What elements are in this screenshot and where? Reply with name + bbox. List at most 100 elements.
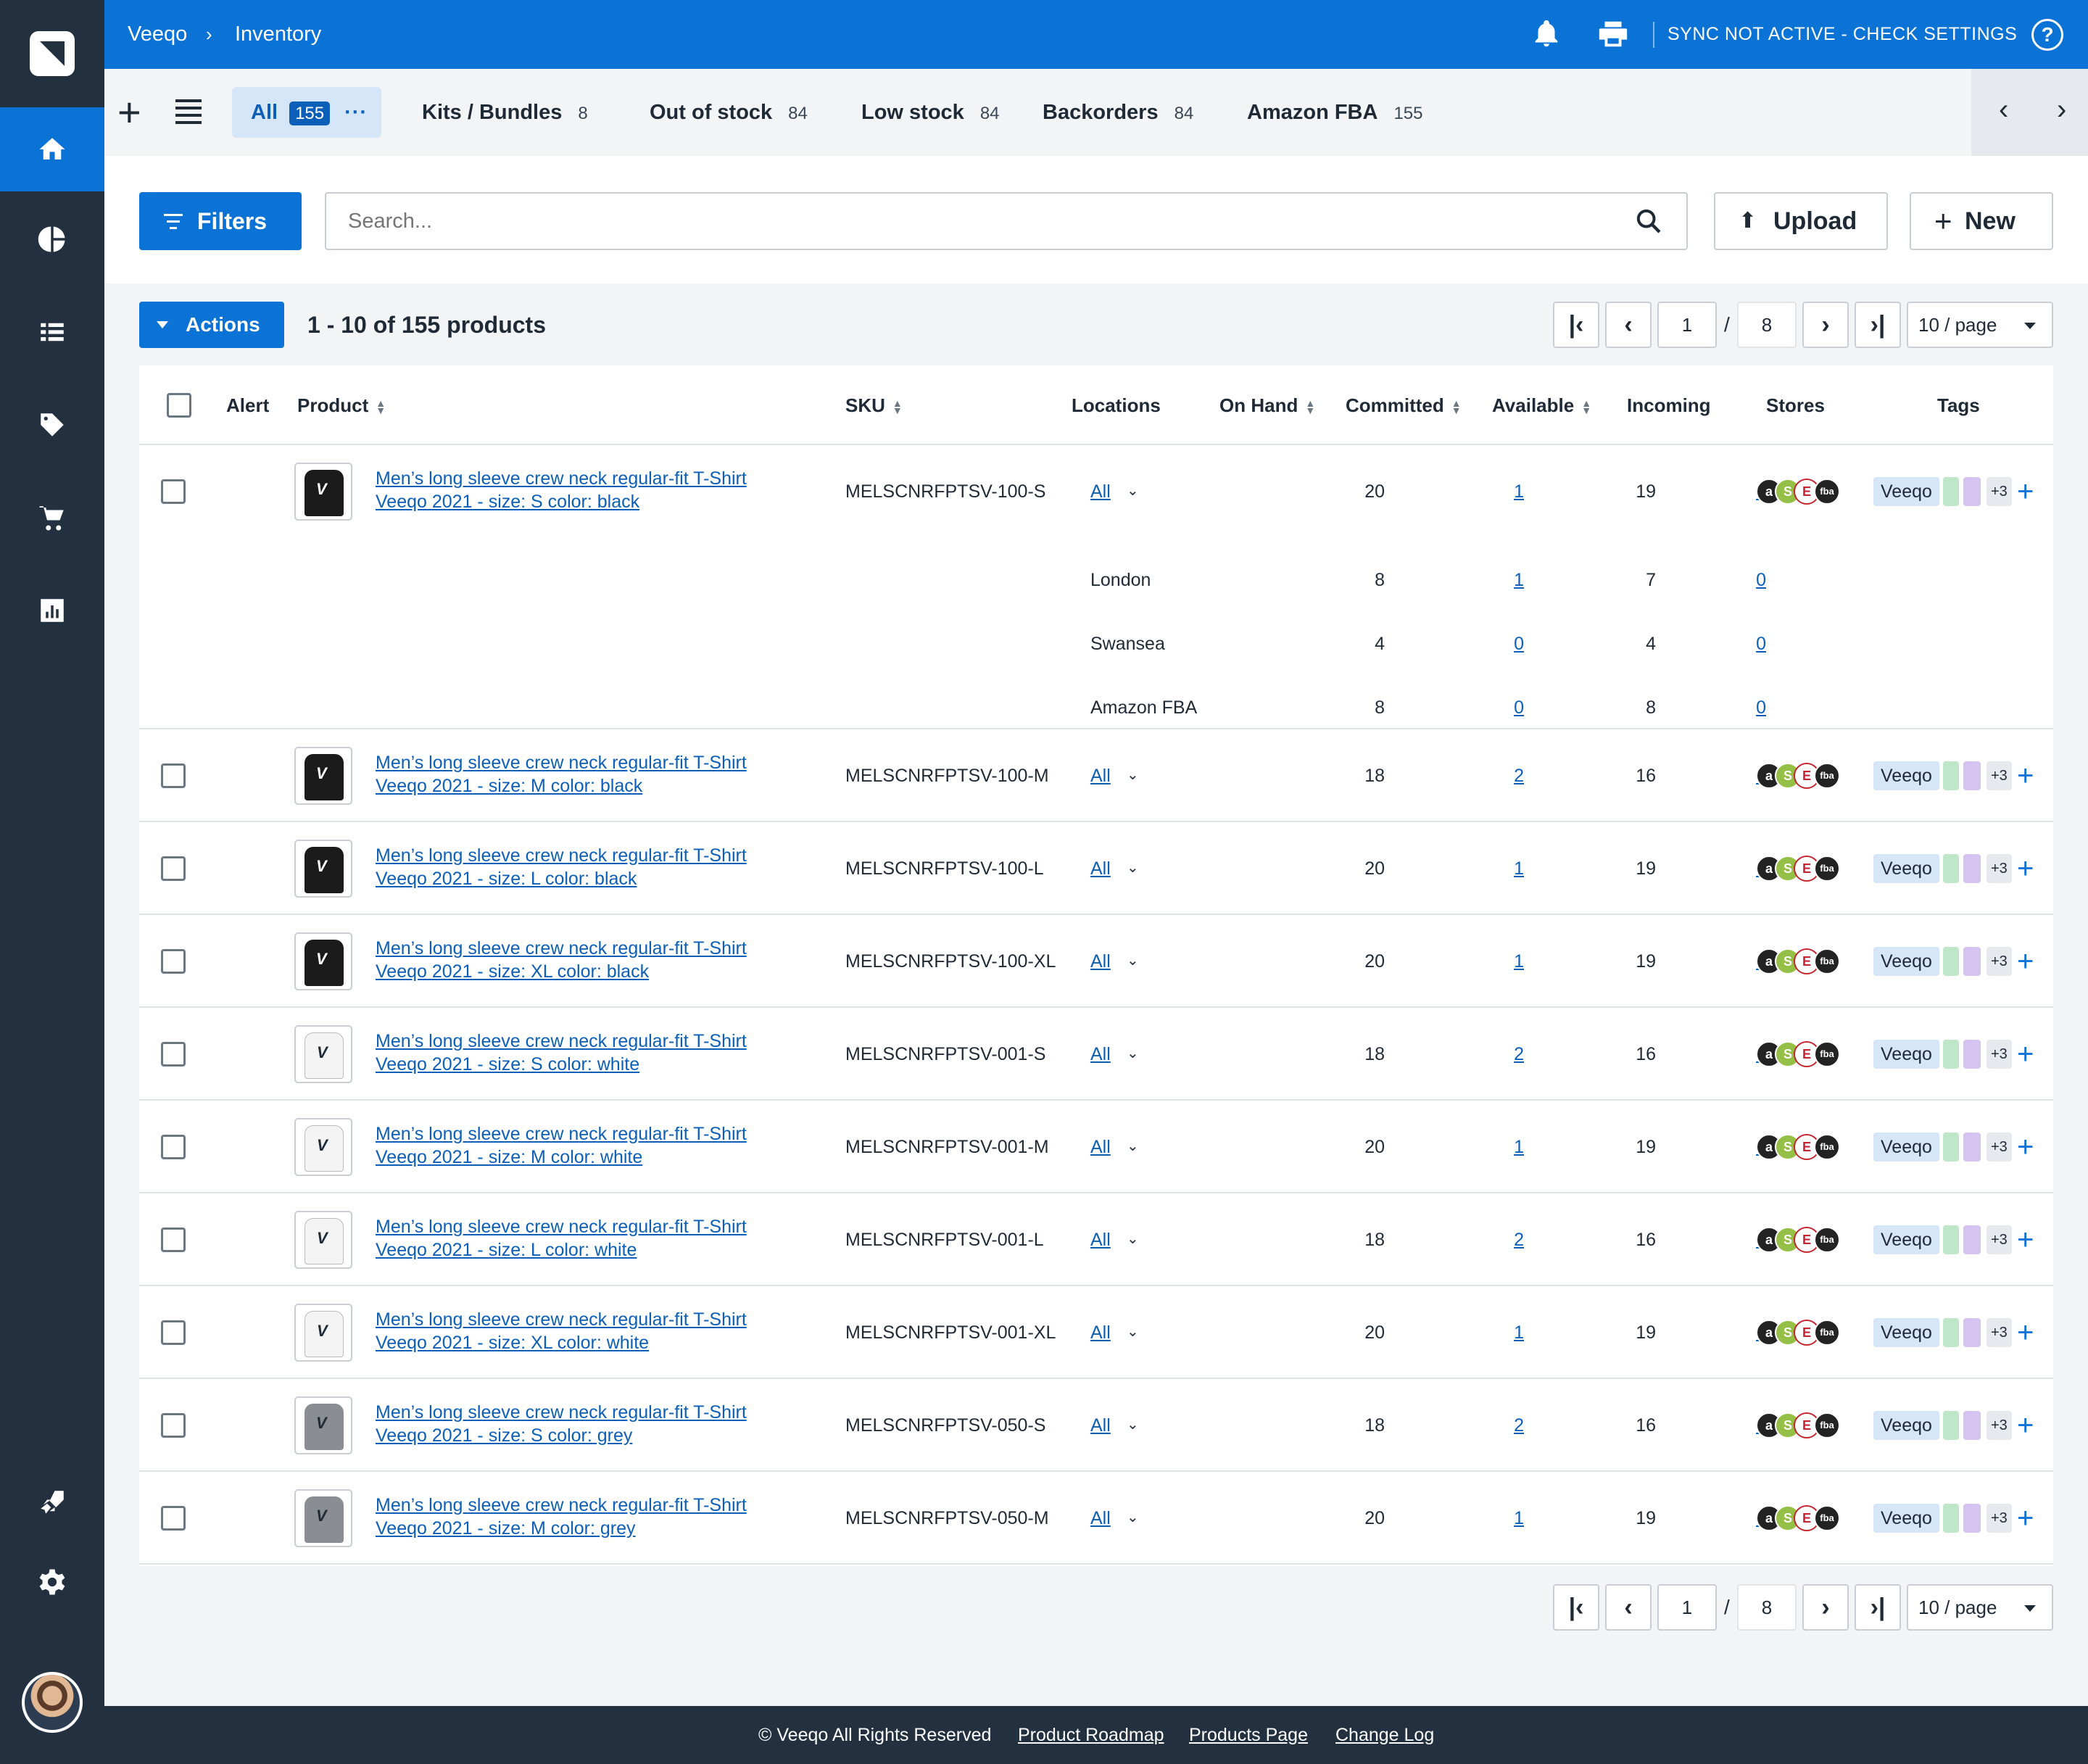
locations-all-link[interactable]: All (1090, 766, 1111, 787)
tag-veeqo[interactable]: Veeqo (1873, 1132, 1939, 1161)
chevron-down-icon[interactable]: ⌄ (1127, 1137, 1139, 1155)
tag-more-count[interactable]: +3 (1986, 1132, 2012, 1161)
sort-icon[interactable]: ▲ ▼ (1305, 398, 1315, 415)
row-checkbox[interactable] (161, 1413, 186, 1438)
product-thumbnail[interactable] (294, 1489, 352, 1547)
committed-link[interactable]: 1 (1466, 951, 1524, 972)
locations-all-link[interactable]: All (1090, 1044, 1111, 1065)
tag-purple[interactable] (1963, 477, 1981, 506)
tag-green[interactable] (1943, 477, 1959, 506)
product-thumbnail[interactable] (294, 1396, 352, 1454)
chevron-down-icon[interactable]: ⌄ (1127, 858, 1139, 877)
search-icon[interactable] (1634, 207, 1663, 236)
tag-more-count[interactable]: +3 (1986, 1411, 2012, 1440)
tag-purple[interactable] (1963, 947, 1981, 976)
product-name-link[interactable]: Men’s long sleeve crew neck regular-fit … (376, 844, 747, 890)
committed-link[interactable]: 1 (1466, 1137, 1524, 1158)
veeqo-logo[interactable] (0, 0, 104, 107)
product-name-link[interactable]: Men’s long sleeve crew neck regular-fit … (376, 1122, 747, 1169)
tag-purple[interactable] (1963, 854, 1981, 883)
chevron-down-icon[interactable]: ⌄ (1127, 1415, 1139, 1433)
tag-purple[interactable] (1963, 1132, 1981, 1161)
sublocation-incoming-link[interactable]: 0 (1708, 697, 1766, 719)
col-on-hand[interactable]: On Hand ▲ ▼ (1219, 365, 1315, 445)
tag-purple[interactable] (1963, 1040, 1981, 1069)
tag-green[interactable] (1943, 1132, 1959, 1161)
tag-icon[interactable] (0, 383, 104, 467)
row-checkbox[interactable] (161, 1042, 186, 1067)
sublocation-incoming-link[interactable]: 0 (1708, 634, 1766, 655)
views-list-icon[interactable] (175, 99, 202, 125)
add-tag-plus-icon[interactable]: + (2017, 854, 2034, 883)
sublocation-committed-link[interactable]: 0 (1466, 697, 1524, 719)
col-sku[interactable]: SKU ▲ ▼ (845, 365, 903, 445)
tag-purple[interactable] (1963, 1504, 1981, 1533)
row-checkbox[interactable] (161, 763, 186, 788)
add-tag-plus-icon[interactable]: + (2017, 1504, 2034, 1533)
product-thumbnail[interactable] (294, 747, 352, 805)
next-page-icon[interactable]: › (1802, 302, 1849, 348)
committed-link[interactable]: 1 (1466, 481, 1524, 502)
add-tag-plus-icon[interactable]: + (2017, 477, 2034, 506)
tag-purple[interactable] (1963, 1411, 1981, 1440)
tag-more-count[interactable]: +3 (1986, 477, 2012, 506)
row-checkbox[interactable] (161, 949, 186, 974)
footer-link-product-roadmap[interactable]: Product Roadmap (1018, 1706, 1164, 1764)
table-row[interactable]: Men’s long sleeve crew neck regular-fit … (139, 1472, 2053, 1565)
locations-all-link[interactable]: All (1090, 951, 1111, 972)
add-tag-plus-icon[interactable]: + (2017, 1225, 2034, 1254)
col-available[interactable]: Available ▲ ▼ (1492, 365, 1591, 445)
actions-dropdown-button[interactable]: Actions (139, 302, 284, 348)
filters-button[interactable]: Filters (139, 192, 302, 250)
tag-green[interactable] (1943, 1318, 1959, 1347)
product-thumbnail[interactable] (294, 463, 352, 521)
tab-low-stock[interactable]: Low stock 84 (861, 87, 1000, 138)
product-name-link[interactable]: Men’s long sleeve crew neck regular-fit … (376, 937, 747, 983)
tab-backorders[interactable]: Backorders 84 (1043, 87, 1193, 138)
next-page-icon[interactable]: › (1802, 1584, 1849, 1631)
product-name-link[interactable]: Men’s long sleeve crew neck regular-fit … (376, 467, 747, 513)
product-name-link[interactable]: Men’s long sleeve crew neck regular-fit … (376, 1308, 747, 1354)
sublocation-committed-link[interactable]: 0 (1466, 634, 1524, 655)
new-product-button[interactable]: + New (1910, 192, 2053, 250)
row-checkbox[interactable] (161, 1506, 186, 1531)
tag-veeqo[interactable]: Veeqo (1873, 477, 1939, 506)
committed-link[interactable]: 1 (1466, 1508, 1524, 1529)
sublocation-incoming-link[interactable]: 0 (1708, 570, 1766, 591)
add-tag-plus-icon[interactable]: + (2017, 761, 2034, 790)
sublocation-committed-link[interactable]: 1 (1466, 570, 1524, 591)
footer-link-change-log[interactable]: Change Log (1335, 1706, 1434, 1764)
tag-veeqo[interactable]: Veeqo (1873, 947, 1939, 976)
sort-icon[interactable]: ▲ ▼ (892, 398, 903, 415)
locations-all-link[interactable]: All (1090, 1415, 1111, 1436)
prev-page-icon[interactable]: ‹ (1605, 1584, 1652, 1631)
tab-amazon-fba[interactable]: Amazon FBA 155 (1247, 87, 1423, 138)
home-icon[interactable] (0, 107, 104, 191)
upload-button[interactable]: ⬆ Upload (1714, 192, 1888, 250)
table-row[interactable]: Men’s long sleeve crew neck regular-fit … (139, 729, 2053, 822)
tag-veeqo[interactable]: Veeqo (1873, 1411, 1939, 1440)
row-checkbox[interactable] (161, 1227, 186, 1252)
page-number-input[interactable]: 1 (1657, 302, 1717, 348)
locations-all-link[interactable]: All (1090, 858, 1111, 879)
product-name-link[interactable]: Men’s long sleeve crew neck regular-fit … (376, 751, 747, 798)
row-checkbox[interactable] (161, 479, 186, 504)
chevron-down-icon[interactable]: ⌄ (1127, 1044, 1139, 1062)
locations-all-link[interactable]: All (1090, 1508, 1111, 1529)
chevron-down-icon[interactable]: ⌄ (1127, 1230, 1139, 1248)
committed-link[interactable]: 2 (1466, 1044, 1524, 1065)
product-thumbnail[interactable] (294, 1211, 352, 1269)
tag-green[interactable] (1943, 947, 1959, 976)
tag-veeqo[interactable]: Veeqo (1873, 854, 1939, 883)
notification-bell-icon[interactable] (1530, 17, 1563, 51)
table-row[interactable]: Men’s long sleeve crew neck regular-fit … (139, 445, 2053, 729)
locations-all-link[interactable]: All (1090, 1322, 1111, 1343)
tag-green[interactable] (1943, 1504, 1959, 1533)
tag-veeqo[interactable]: Veeqo (1873, 1040, 1939, 1069)
tag-veeqo[interactable]: Veeqo (1873, 1318, 1939, 1347)
add-tag-plus-icon[interactable]: + (2017, 1040, 2034, 1069)
chevron-down-icon[interactable]: ⌄ (1127, 766, 1139, 784)
chevron-left-icon[interactable]: ‹ (1999, 94, 2008, 126)
footer-link-products-page[interactable]: Products Page (1189, 1706, 1308, 1764)
prev-page-icon[interactable]: ‹ (1605, 302, 1652, 348)
